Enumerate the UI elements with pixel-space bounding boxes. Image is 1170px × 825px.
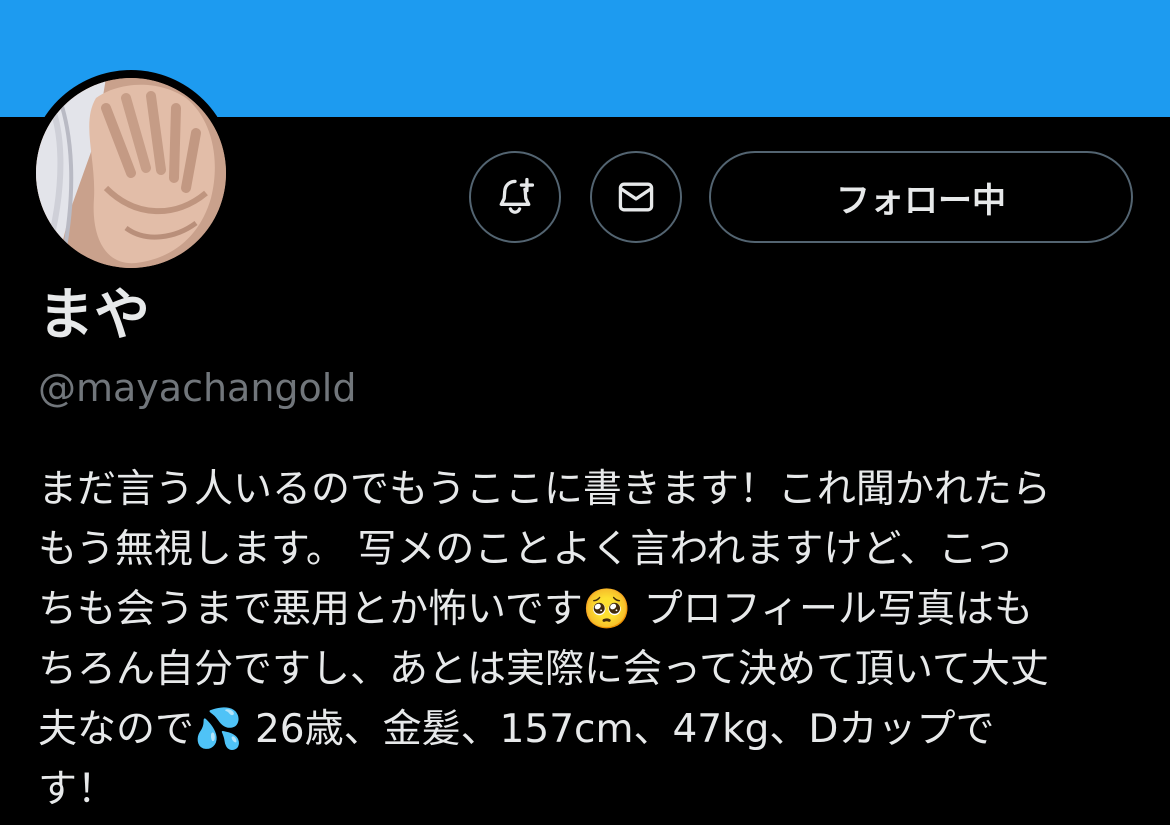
- bell-plus-icon: [499, 177, 535, 214]
- avatar-photo: [36, 78, 226, 268]
- following-button[interactable]: フォロー中: [709, 151, 1133, 243]
- message-button[interactable]: [590, 151, 682, 243]
- profile-bio: まだ言う人いるのでもうここに書きます！これ聞かれたら もう無視します。 写メのこ…: [38, 467, 1051, 812]
- envelope-icon: [618, 182, 654, 212]
- avatar-image: [36, 78, 226, 268]
- display-name: まや: [38, 283, 150, 348]
- avatar[interactable]: [28, 70, 234, 276]
- user-handle: @mayachangold: [38, 366, 357, 410]
- notify-button[interactable]: [469, 151, 561, 243]
